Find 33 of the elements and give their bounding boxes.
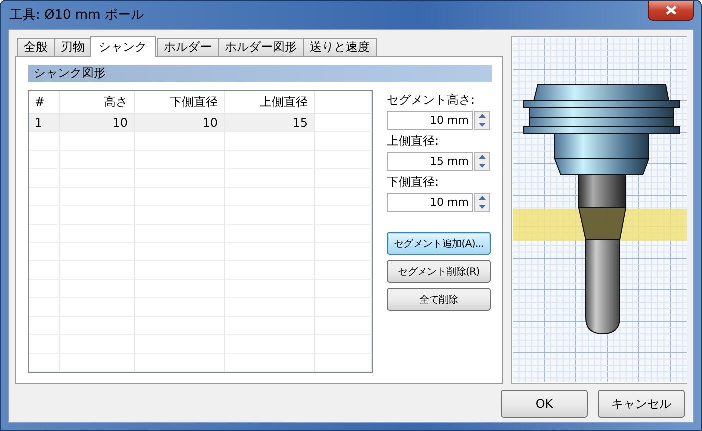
tab[interactable]: 送りと速度 [303, 38, 377, 56]
ok-button[interactable]: OK [501, 390, 588, 418]
column-header[interactable]: 下側直径 [135, 91, 225, 114]
spinner-icon[interactable] [474, 111, 490, 130]
table-cell: 1 [29, 114, 60, 132]
close-icon [666, 6, 676, 15]
action-button[interactable]: セグメント追加(A)... [387, 232, 491, 255]
tab[interactable]: ホルダー図形 [218, 38, 304, 56]
action-button[interactable]: 全て削除 [387, 288, 491, 311]
tab[interactable]: 全般 [17, 38, 55, 56]
table-cell: 10 [60, 114, 135, 132]
tab[interactable]: シャンク [90, 36, 156, 57]
table-row[interactable]: 1 10 10 15 [29, 114, 372, 132]
field-label: 上側直径: [387, 133, 440, 150]
close-button[interactable] [648, 1, 694, 21]
column-header[interactable]: 高さ [60, 91, 135, 114]
field-label: 下側直径: [387, 174, 440, 191]
spinner-icon[interactable] [474, 193, 490, 212]
input-field[interactable]: 10 mm [387, 111, 473, 130]
window-title: 工具: Ø10 mm ボール [9, 7, 144, 24]
tab[interactable]: ホルダー [157, 38, 219, 56]
table-cell: 10 [135, 114, 225, 132]
table-cell: 15 [225, 114, 315, 132]
field-label: セグメント高さ: [387, 92, 476, 109]
section-header: シャンク図形 [28, 65, 492, 82]
column-header[interactable]: # [29, 91, 60, 114]
input-field[interactable]: 10 mm [387, 193, 473, 212]
spinner-icon[interactable] [474, 152, 490, 171]
action-button[interactable]: セグメント削除(R) [387, 260, 491, 283]
column-header[interactable]: 上側直径 [225, 91, 315, 114]
input-field[interactable]: 15 mm [387, 152, 473, 171]
tab[interactable]: 刃物 [54, 38, 92, 56]
cancel-button[interactable]: キャンセル [598, 390, 685, 418]
